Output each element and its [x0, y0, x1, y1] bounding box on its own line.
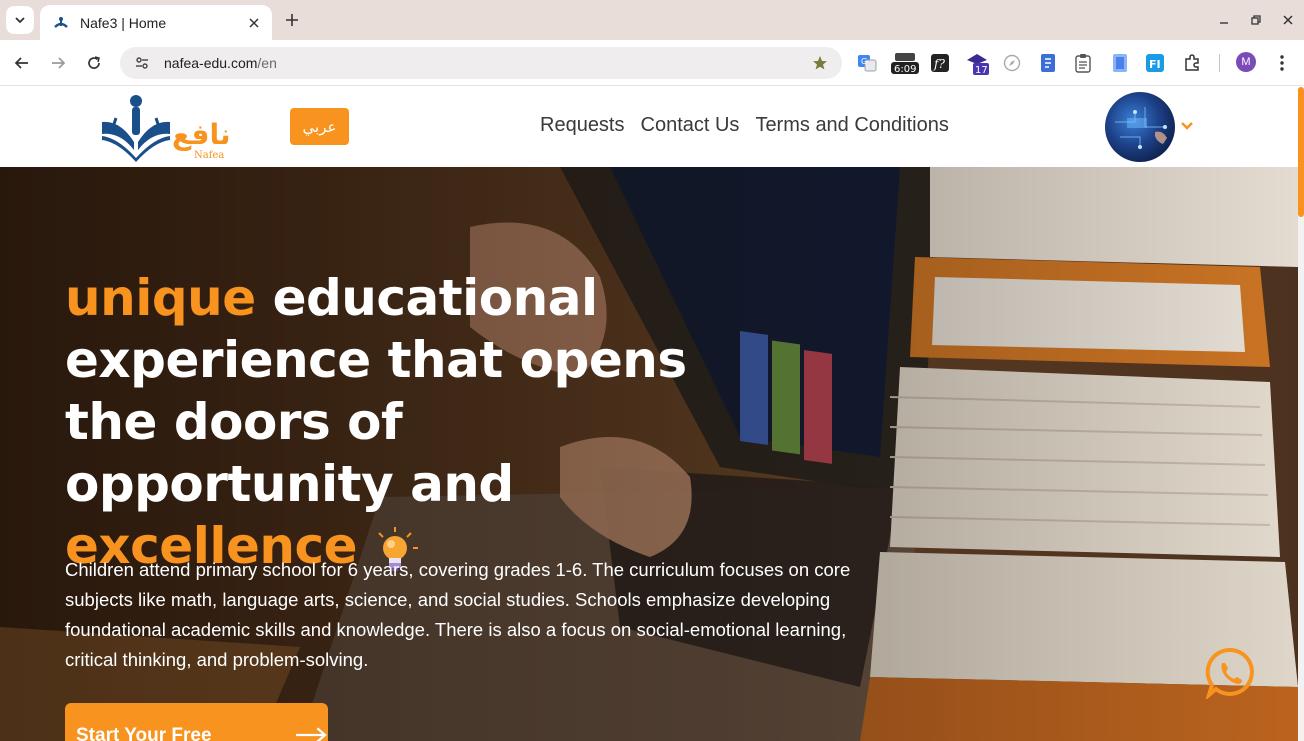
- chevron-down-icon: [15, 17, 25, 24]
- clock-extension-icon[interactable]: 6:09: [891, 51, 919, 75]
- logo-arabic-text: نافع: [172, 118, 231, 151]
- arrow-right-icon: [52, 57, 66, 69]
- browser-toolbar: nafea-edu.com/en G 6:09 f? 17 FI M: [0, 40, 1304, 86]
- start-free-session-button[interactable]: Start Your Free Session: [65, 703, 328, 741]
- google-translate-extension-icon[interactable]: G: [855, 51, 879, 75]
- fi-extension-icon[interactable]: FI: [1143, 51, 1167, 75]
- compass-extension-icon[interactable]: [1000, 51, 1024, 75]
- document-extension-icon[interactable]: [1108, 51, 1132, 75]
- extensions-puzzle-icon[interactable]: [1180, 51, 1204, 75]
- close-tab-icon[interactable]: [246, 15, 262, 31]
- restore-button[interactable]: [1240, 0, 1272, 40]
- calendar-badge: 17: [975, 65, 988, 75]
- hero-section: unique educational experience that opens…: [0, 167, 1298, 741]
- scrollbar-thumb[interactable]: [1298, 87, 1304, 217]
- url-text: nafea-edu.com/en: [164, 55, 810, 71]
- site-header: نافع Nafea عربي Requests Contact Us Term…: [0, 87, 1298, 167]
- hero-title: unique educational experience that opens…: [65, 267, 705, 577]
- logo-latin-text: Nafea: [194, 150, 224, 161]
- svg-text:G: G: [861, 57, 867, 66]
- new-tab-button[interactable]: [280, 8, 304, 32]
- nafea-favicon-icon: [52, 14, 70, 32]
- reader-extension-icon[interactable]: [1036, 51, 1060, 75]
- whatsapp-chat-button[interactable]: [1205, 647, 1257, 701]
- back-button[interactable]: [8, 49, 36, 77]
- restore-icon: [1251, 15, 1261, 25]
- minimize-icon: [1220, 22, 1228, 24]
- cta-label: Start Your Free Session: [76, 725, 212, 741]
- whatsapp-icon: [1205, 647, 1254, 701]
- close-window-button[interactable]: [1272, 0, 1304, 40]
- address-bar[interactable]: nafea-edu.com/en: [120, 47, 842, 79]
- nafea-logo[interactable]: نافع Nafea: [98, 92, 254, 162]
- arrow-left-icon: [14, 57, 28, 69]
- url-host: nafea-edu.com: [164, 55, 258, 71]
- school-calendar-extension-icon[interactable]: 17: [965, 51, 989, 75]
- reload-icon: [88, 56, 100, 69]
- clipboard-extension-icon[interactable]: [1071, 51, 1095, 75]
- tab-search-button[interactable]: [6, 6, 34, 34]
- toolbar-separator: [1219, 54, 1220, 72]
- tab-strip: Nafe3 | Home: [0, 0, 1304, 40]
- profile-avatar[interactable]: M: [1236, 52, 1256, 72]
- account-chevron-down-icon[interactable]: [1179, 118, 1195, 134]
- formula-extension-icon[interactable]: f?: [928, 51, 952, 75]
- language-toggle-button[interactable]: عربي: [290, 108, 349, 145]
- svg-text:FI: FI: [1149, 58, 1161, 71]
- user-avatar[interactable]: [1105, 92, 1175, 162]
- nav-requests[interactable]: Requests: [540, 114, 625, 137]
- active-tab[interactable]: Nafe3 | Home: [40, 5, 272, 40]
- url-path: /en: [257, 55, 277, 71]
- tab-title: Nafe3 | Home: [80, 14, 167, 31]
- hero-title-accent-unique: unique: [65, 269, 256, 327]
- bookmark-star-icon[interactable]: [810, 53, 830, 73]
- close-icon: [1283, 15, 1293, 25]
- arrow-right-icon: [296, 727, 327, 741]
- plus-icon: [286, 14, 298, 26]
- main-nav: Requests Contact Us Terms and Conditions: [540, 114, 949, 137]
- minimize-button[interactable]: [1208, 0, 1240, 40]
- svg-text:f?: f?: [933, 57, 945, 71]
- nav-contact-us[interactable]: Contact Us: [641, 114, 740, 137]
- hero-description: Children attend primary school for 6 yea…: [65, 559, 851, 670]
- site-settings-icon[interactable]: [132, 53, 152, 73]
- forward-button[interactable]: [44, 49, 72, 77]
- reload-button[interactable]: [80, 49, 108, 77]
- clock-badge: 6:09: [894, 64, 916, 74]
- more-menu-icon[interactable]: [1272, 51, 1292, 75]
- nav-terms-and-conditions[interactable]: Terms and Conditions: [755, 114, 948, 137]
- web-page: نافع Nafea عربي Requests Contact Us Term…: [0, 87, 1304, 741]
- page-scrollbar[interactable]: [1298, 87, 1304, 741]
